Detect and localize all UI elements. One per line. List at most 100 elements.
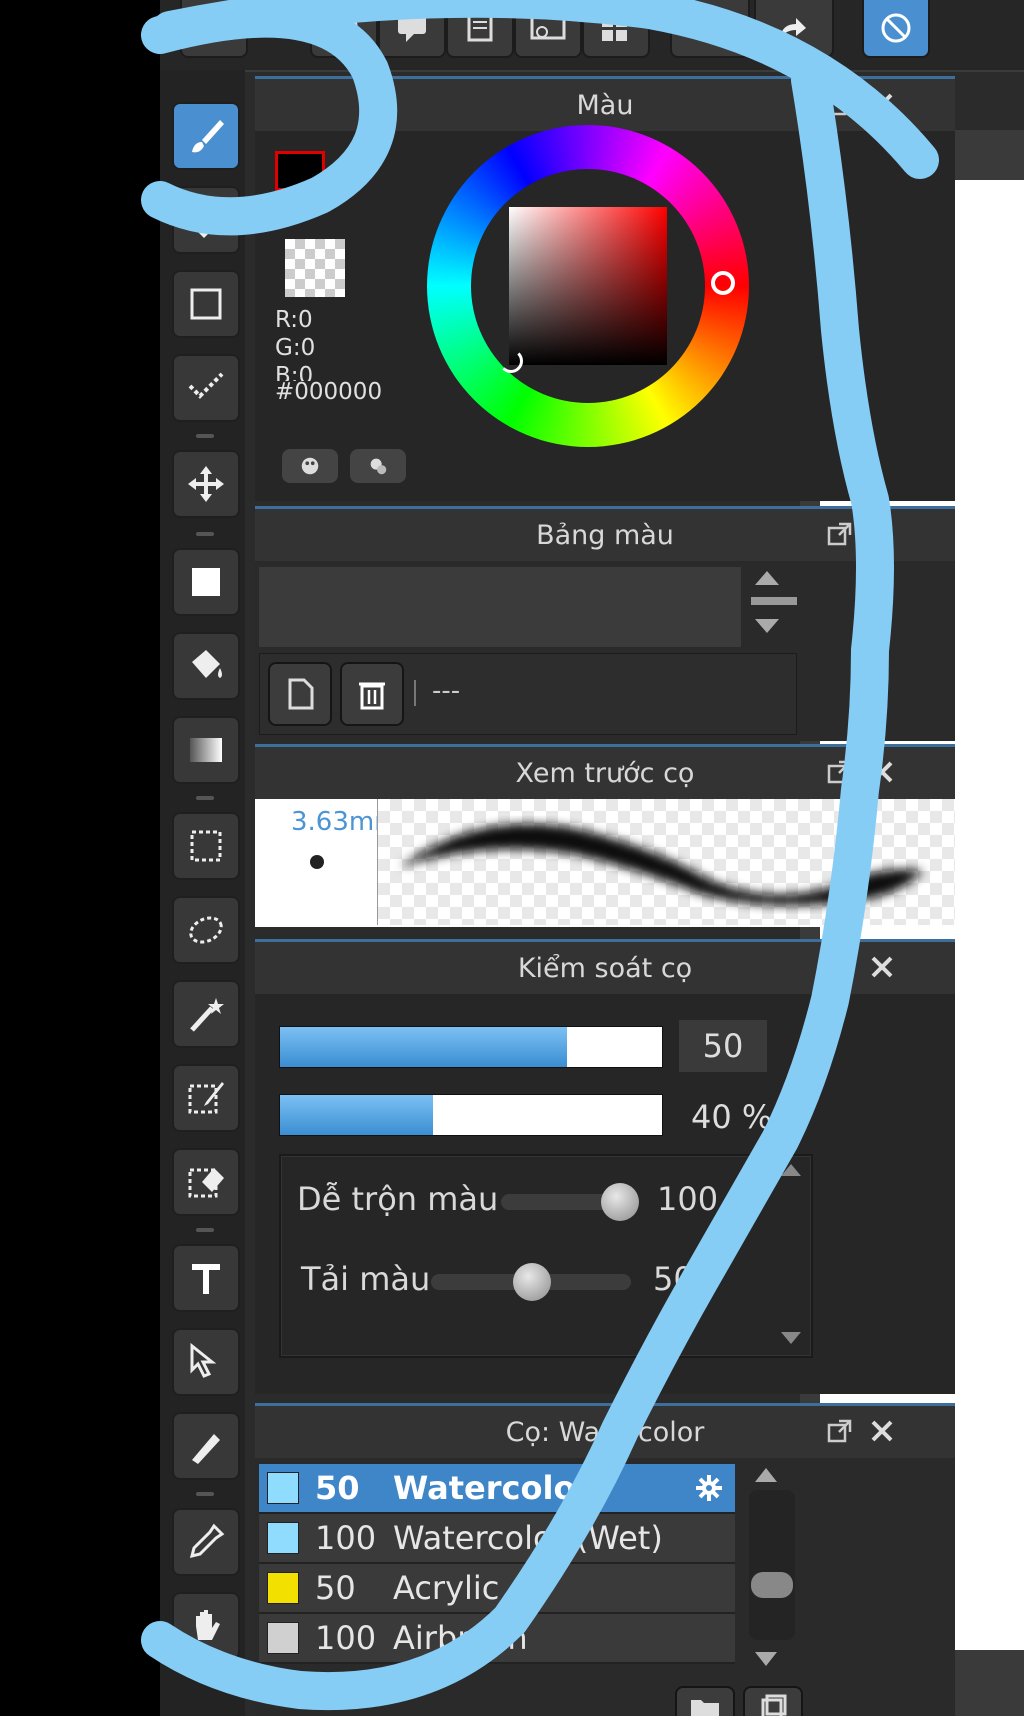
palette-name[interactable]: --- bbox=[432, 676, 460, 706]
gradient-tool[interactable] bbox=[172, 716, 240, 784]
select-pen-tool[interactable] bbox=[172, 1064, 240, 1132]
close-icon bbox=[871, 1420, 893, 1442]
fill-rectangle-tool[interactable] bbox=[172, 548, 240, 616]
params-scroll-up[interactable] bbox=[781, 1164, 801, 1176]
grid-icon bbox=[602, 16, 627, 41]
blend-value: 100 bbox=[657, 1180, 719, 1218]
checkbox-button[interactable] bbox=[180, 0, 248, 58]
new-palette-button[interactable] bbox=[268, 662, 332, 726]
brush-size-value[interactable]: 50 bbox=[679, 1020, 767, 1072]
hue-wheel[interactable] bbox=[427, 125, 749, 447]
line-correction-icon bbox=[188, 372, 224, 399]
popout-button[interactable] bbox=[825, 1416, 855, 1446]
prohibit-button[interactable] bbox=[862, 0, 930, 58]
hue-cursor[interactable] bbox=[711, 271, 735, 295]
palette-scroll-thumb[interactable] bbox=[751, 597, 797, 605]
popout-icon bbox=[827, 522, 852, 546]
sv-cursor[interactable] bbox=[499, 349, 523, 373]
rectangle-tool[interactable] bbox=[172, 270, 240, 338]
brush-row[interactable]: 100 Watercolor (Wet) bbox=[259, 1514, 735, 1564]
params-scroll-down[interactable] bbox=[781, 1332, 801, 1344]
brush-preview-header: Xem trước cọ bbox=[255, 744, 955, 799]
globe-button[interactable] bbox=[310, 0, 378, 58]
close-button[interactable] bbox=[867, 519, 897, 549]
brush-list: 50 Watercolor 100 Watercolor (Wet) 50 Ac… bbox=[259, 1464, 735, 1674]
select-rect-icon bbox=[190, 830, 222, 862]
redo-button[interactable] bbox=[754, 0, 834, 58]
hex-value[interactable]: #000000 bbox=[275, 379, 382, 405]
load-value: 50 bbox=[653, 1260, 694, 1298]
hand-icon bbox=[196, 1610, 220, 1640]
palette-panel-title: Bảng màu bbox=[536, 519, 674, 551]
brush-size-preview: 3.63mm bbox=[255, 799, 378, 925]
palette-picker-button[interactable] bbox=[282, 449, 338, 483]
palette-scroll-up[interactable] bbox=[755, 571, 779, 585]
close-button[interactable] bbox=[867, 952, 897, 982]
tool-column bbox=[160, 70, 245, 1716]
brush-row[interactable]: 50 Watercolor bbox=[259, 1464, 735, 1514]
bucket-tool[interactable] bbox=[172, 632, 240, 700]
saturation-value-square[interactable] bbox=[509, 207, 667, 365]
folder-icon bbox=[691, 1700, 719, 1716]
eraser-tool[interactable] bbox=[172, 186, 240, 254]
brush-params-box: Dễ trộn màu 100 Tải màu 50 bbox=[279, 1154, 813, 1358]
palette-grid[interactable] bbox=[259, 567, 741, 647]
select-rect-tool[interactable] bbox=[172, 812, 240, 880]
tool-separator bbox=[196, 532, 214, 536]
close-icon bbox=[871, 93, 893, 115]
undo-button[interactable] bbox=[670, 0, 750, 58]
brush-list-scroll-up[interactable] bbox=[755, 1468, 777, 1482]
brush-size-bar[interactable] bbox=[279, 1026, 663, 1068]
brush-duplicate-button[interactable] bbox=[743, 1686, 803, 1716]
operation-tool[interactable] bbox=[172, 1328, 240, 1396]
brush-control-body: 50 40 % Dễ trộn màu 100 Tải màu 50 bbox=[255, 994, 955, 1394]
brush-opacity-value[interactable]: 40 % bbox=[691, 1098, 772, 1136]
popout-button[interactable] bbox=[825, 952, 855, 982]
text-icon bbox=[192, 1264, 220, 1294]
popout-button[interactable] bbox=[825, 757, 855, 787]
delete-palette-button[interactable] bbox=[340, 662, 404, 726]
brush-tool[interactable] bbox=[172, 102, 240, 170]
color-tool-button[interactable] bbox=[350, 449, 406, 483]
gradient-icon bbox=[190, 738, 222, 762]
brush-size: 100 bbox=[315, 1519, 377, 1557]
comment-icon bbox=[398, 14, 426, 42]
select-eraser-tool[interactable] bbox=[172, 1148, 240, 1216]
brush-color-swatch bbox=[267, 1572, 299, 1604]
eyedropper-tool[interactable] bbox=[172, 1508, 240, 1576]
layer-settings-button[interactable] bbox=[514, 0, 582, 58]
green-value: G:0 bbox=[275, 335, 316, 361]
popout-button[interactable] bbox=[825, 89, 855, 119]
brush-list-scroll-track[interactable] bbox=[749, 1490, 795, 1640]
brush-row[interactable]: 100 Airbrush bbox=[259, 1614, 735, 1664]
gear-icon[interactable] bbox=[693, 1472, 725, 1512]
move-tool[interactable] bbox=[172, 450, 240, 518]
close-button[interactable] bbox=[867, 757, 897, 787]
foreground-color-swatch[interactable] bbox=[275, 151, 325, 191]
brush-folder-button[interactable] bbox=[675, 1686, 735, 1716]
brush-opacity-bar[interactable] bbox=[279, 1094, 663, 1136]
comment-button[interactable] bbox=[378, 0, 446, 58]
hand-tool[interactable] bbox=[172, 1592, 240, 1660]
lasso-tool[interactable] bbox=[172, 896, 240, 964]
palette-divider bbox=[414, 680, 416, 706]
divide-tool[interactable] bbox=[172, 1412, 240, 1480]
line-correction-tool[interactable] bbox=[172, 354, 240, 422]
brush-list-scroll-down[interactable] bbox=[755, 1652, 777, 1666]
brush-size-fill bbox=[280, 1027, 567, 1067]
select-pen-icon bbox=[188, 1082, 224, 1114]
text-tool[interactable] bbox=[172, 1244, 240, 1312]
popout-button[interactable] bbox=[825, 519, 855, 549]
grid-button[interactable] bbox=[582, 0, 650, 58]
brush-list-scroll-thumb[interactable] bbox=[751, 1572, 793, 1598]
close-button[interactable] bbox=[867, 1416, 897, 1446]
load-slider-knob[interactable] bbox=[513, 1263, 551, 1301]
layers-settings-icon bbox=[530, 14, 566, 40]
document-button[interactable] bbox=[446, 0, 514, 58]
palette-scroll-down[interactable] bbox=[755, 619, 779, 633]
close-button[interactable] bbox=[867, 89, 897, 119]
blend-slider-knob[interactable] bbox=[601, 1183, 639, 1221]
transparent-swatch[interactable] bbox=[285, 239, 345, 297]
magic-wand-tool[interactable] bbox=[172, 980, 240, 1048]
brush-row[interactable]: 50 Acrylic bbox=[259, 1564, 735, 1614]
